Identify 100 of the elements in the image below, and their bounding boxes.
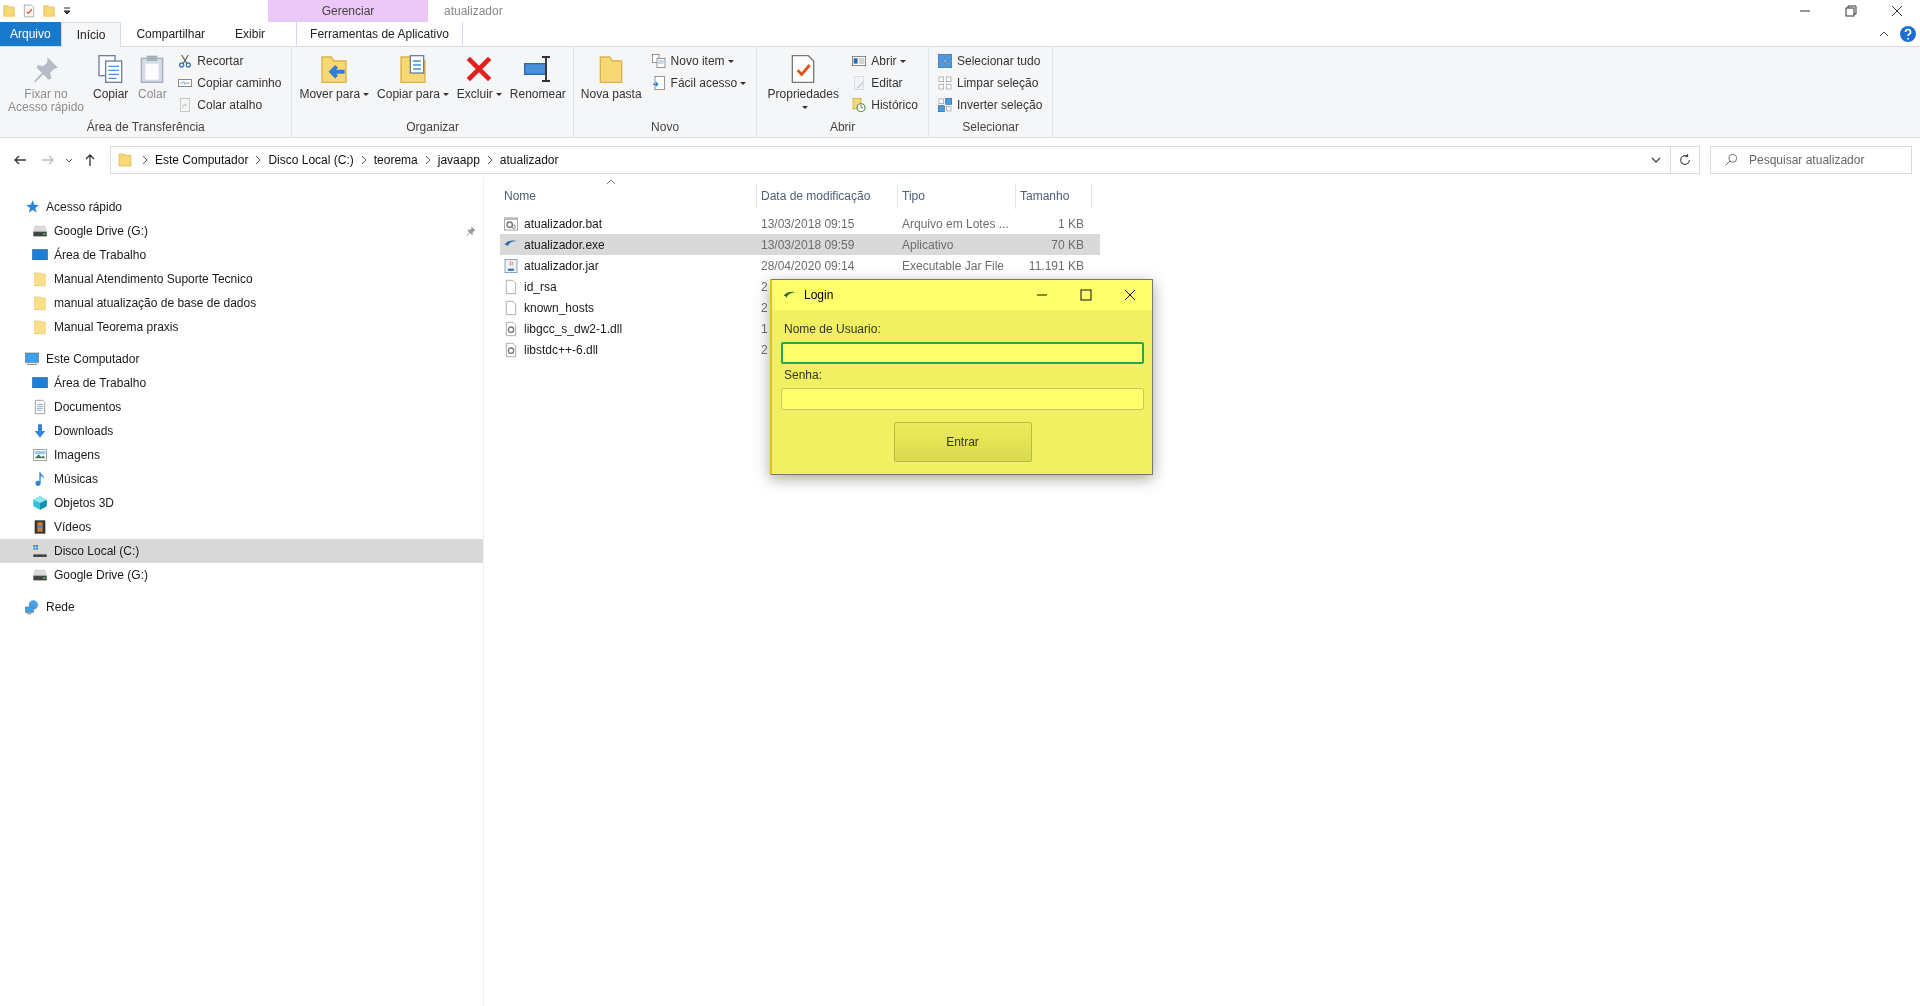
clock-icon	[851, 97, 868, 113]
input-field[interactable]	[781, 342, 1144, 364]
file-row[interactable]: atualizador.bat 13/03/2018 09:15 Arquivo em Lotes ... 1 KB	[500, 213, 1092, 234]
ribbon-button[interactable]: Inverter seleção	[936, 95, 1043, 115]
breadcrumb[interactable]: javaapp	[437, 152, 480, 167]
file-name: libgcc_s_dw2-1.dll	[524, 321, 623, 336]
gear-page-icon	[503, 215, 519, 232]
address-bar[interactable]: Este Computador Disco Local (C:) teorema javaapp atualizador	[110, 145, 1671, 174]
ribbon-button[interactable]: Limpar seleção	[936, 73, 1043, 93]
ribbon-tab[interactable]: Exibir	[220, 22, 281, 46]
nav-item[interactable]: manual atualização de base de dados	[0, 291, 483, 315]
file-row[interactable]: libgcc_s_dw2-1.dll 1	[500, 318, 768, 339]
ribbon-button[interactable]: Propriedades	[761, 51, 846, 119]
input-field[interactable]	[781, 388, 1144, 410]
dialog-title: Login	[804, 288, 834, 302]
field-label: Senha:	[784, 368, 824, 382]
customize-caret-icon[interactable]	[62, 6, 72, 16]
file-row[interactable]: libstdc++-6.dll 2	[500, 339, 768, 360]
windows-drive-icon	[32, 543, 48, 559]
ribbon-button[interactable]: Fácil acesso	[650, 73, 747, 93]
nav-item[interactable]: Documentos	[0, 395, 483, 419]
search-field[interactable]: Pesquisar atualizador	[1710, 145, 1912, 174]
select-all-icon	[936, 53, 953, 69]
nav-item[interactable]: Acesso rápido	[0, 195, 483, 219]
help-icon[interactable]	[1900, 26, 1916, 42]
film-icon	[32, 519, 48, 535]
window-icon	[851, 53, 868, 69]
folder-icon	[32, 295, 48, 311]
chevron-icon[interactable]	[141, 154, 149, 165]
breadcrumb[interactable]: Disco Local (C:)	[268, 152, 354, 167]
breadcrumb[interactable]: atualizador	[499, 152, 559, 167]
group-label: Área de Transferência	[85, 119, 206, 136]
ribbon-button[interactable]: Novo item	[650, 51, 747, 71]
invert-selection-icon	[936, 97, 953, 113]
pin-icon[interactable]	[465, 225, 477, 237]
breadcrumb[interactable]: teorema	[373, 152, 418, 167]
file-row[interactable]: id_rsa 2	[500, 276, 768, 297]
ribbon-button[interactable]: Histórico	[851, 95, 918, 115]
nav-item[interactable]: Objetos 3D	[0, 491, 483, 515]
chevron-icon[interactable]	[359, 154, 368, 165]
nav-item[interactable]: Área de Trabalho	[0, 243, 483, 267]
column-header[interactable]: Tipo	[898, 183, 1016, 209]
login-button[interactable]: Entrar	[893, 422, 1032, 462]
download-arrow-icon	[32, 423, 48, 439]
folder-icon	[32, 271, 48, 287]
ribbon-button[interactable]: Copiar caminho	[177, 73, 282, 93]
nav-item[interactable]: Manual Teorema praxis	[0, 315, 483, 339]
java-page-icon	[503, 257, 519, 274]
ribbon-button[interactable]: Mover para	[296, 51, 373, 119]
context-header: Gerenciar	[268, 0, 428, 22]
nav-item[interactable]: Disco Local (C:)	[0, 539, 483, 563]
ribbon-button[interactable]: Copiar para	[374, 51, 452, 119]
breadcrumb[interactable]: Este Computador	[155, 152, 249, 167]
group-label: Selecionar	[961, 119, 1020, 136]
ribbon-tab[interactable]: Arquivo	[0, 22, 61, 46]
nav-item[interactable]: Vídeos	[0, 515, 483, 539]
ribbon-button[interactable]: Abrir	[851, 51, 918, 71]
column-header[interactable]: Tamanho	[1016, 183, 1092, 209]
ribbon-button[interactable]: Nova pasta	[577, 51, 645, 119]
refresh-button[interactable]	[1670, 145, 1700, 174]
file-type: Executable Jar File	[902, 258, 1005, 273]
file-date: 2	[761, 279, 768, 294]
nav-item[interactable]: Google Drive (G:)	[0, 563, 483, 587]
nav-item[interactable]: Downloads	[0, 419, 483, 443]
column-header[interactable]: Nome	[500, 183, 757, 209]
properties-icon[interactable]	[22, 3, 36, 19]
drive-icon	[32, 223, 48, 239]
network-icon	[24, 599, 40, 615]
ribbon-tab[interactable]: Início	[60, 22, 122, 47]
ribbon-button[interactable]: Copiar	[90, 51, 132, 119]
ribbon-tab[interactable]: Compartilhar	[121, 22, 221, 46]
file-name: known_hosts	[524, 300, 595, 315]
drive-icon	[32, 567, 48, 583]
file-row[interactable]: atualizador.exe 13/03/2018 09:59 Aplicativo 70 KB	[500, 234, 1100, 255]
ribbon-button[interactable]: Excluir	[453, 51, 505, 119]
file-date: 1	[761, 321, 768, 336]
file-name: atualizador.bat	[524, 216, 603, 231]
ribbon-button[interactable]: Recortar	[177, 51, 282, 71]
nav-item[interactable]: Músicas	[0, 467, 483, 491]
file-name: libstdc++-6.dll	[524, 342, 599, 357]
group-label: Organizar	[405, 119, 460, 136]
ribbon-button[interactable]: Renomear	[506, 51, 569, 119]
nav-item[interactable]: Google Drive (G:)	[0, 219, 483, 243]
file-row[interactable]: atualizador.jar 28/04/2020 09:14 Executable Jar File 11.191 KB	[500, 255, 1092, 276]
nav-item[interactable]: Imagens	[0, 443, 483, 467]
chevron-icon[interactable]	[254, 154, 263, 165]
ribbon-button[interactable]: Selecionar tudo	[936, 51, 1043, 71]
column-header[interactable]: Data de modificação	[757, 183, 898, 209]
document-icon	[32, 399, 48, 415]
window-title: atualizador	[443, 3, 504, 20]
chevron-icon[interactable]	[485, 154, 494, 165]
nav-item[interactable]: Manual Atendimento Suporte Tecnico	[0, 267, 483, 291]
file-name: atualizador.jar	[524, 258, 599, 273]
nav-item[interactable]: Rede	[0, 595, 483, 619]
file-name: id_rsa	[524, 279, 557, 294]
nav-item[interactable]: Área de Trabalho	[0, 371, 483, 395]
file-row[interactable]: known_hosts 2	[500, 297, 768, 318]
chevron-icon[interactable]	[423, 154, 432, 165]
nav-item[interactable]: Este Computador	[0, 347, 483, 371]
ribbon-tab[interactable]: Ferramentas de Aplicativo	[296, 22, 463, 46]
